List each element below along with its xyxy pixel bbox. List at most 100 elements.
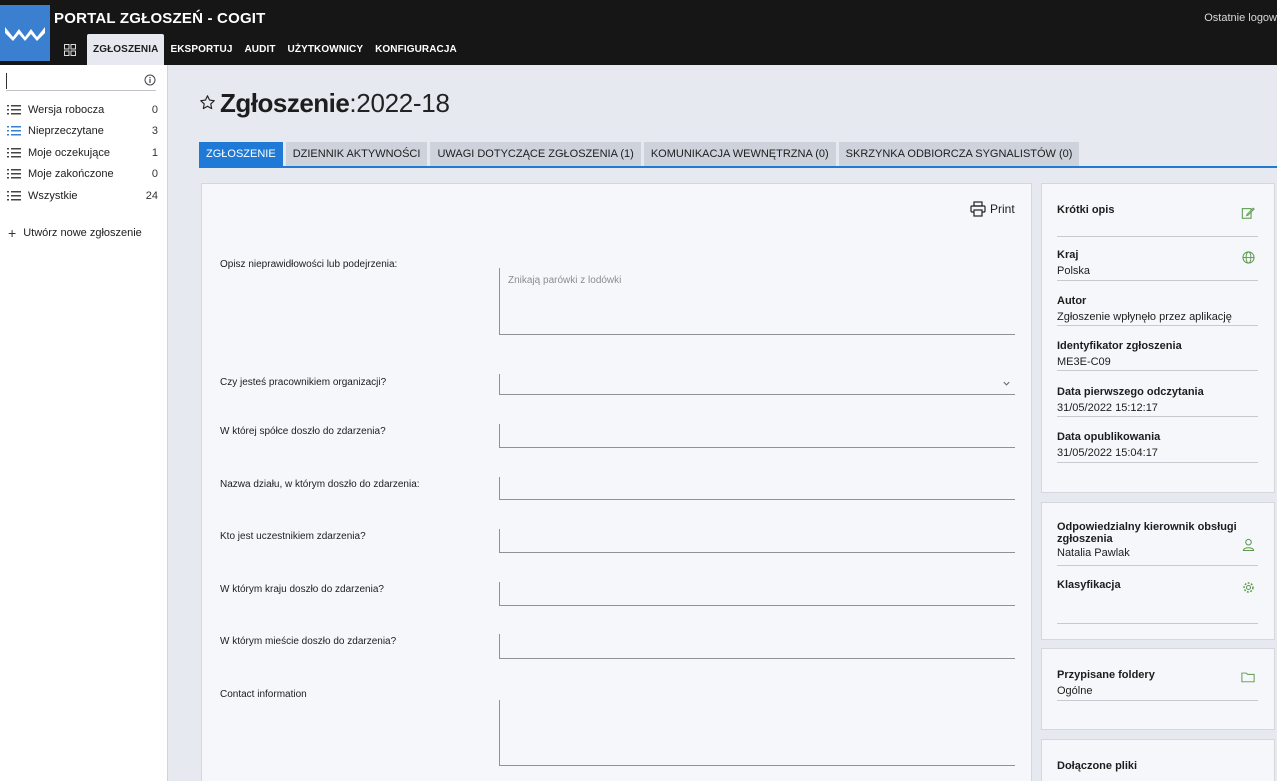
country-input[interactable] <box>499 582 1015 606</box>
question-label: Czy jesteś pracownikiem organizacji? <box>220 377 387 388</box>
sidebar-item-my-pending[interactable]: Moje oczekujące 1 <box>0 142 167 164</box>
nav-audit[interactable]: AUDIT <box>238 34 281 65</box>
sidebar-item-all[interactable]: Wszystkie 24 <box>0 185 167 207</box>
print-button[interactable]: Print <box>970 201 1015 217</box>
folders-label: Przypisane foldery <box>1057 669 1155 681</box>
first-read-value: 31/05/2022 15:12:17 <box>1057 402 1158 414</box>
published-value: 31/05/2022 15:04:17 <box>1057 447 1158 459</box>
print-label: Print <box>990 202 1015 216</box>
first-read-row: Data pierwszego odczytania 31/05/2022 15… <box>1057 386 1258 417</box>
tab-activity-log[interactable]: DZIENNIK AKTYWNOŚCI <box>285 142 428 166</box>
tab-whistleblower-inbox[interactable]: SKRZYNKA ODBIORCZA SYGNALISTÓW (0) <box>838 142 1080 166</box>
report-form-panel: Print Opisz nieprawidłowości lub podejrz… <box>201 183 1032 781</box>
report-id-row: Identyfikator zgłoszenia ME3E-C09 <box>1057 340 1258 371</box>
sidebar-item-count: 0 <box>151 103 158 116</box>
question-label: W której spółce doszło do zdarzenia? <box>220 426 386 437</box>
details-panel: Krótki opis Kraj Polska Autor Zgłoszenie… <box>1041 183 1275 493</box>
nav-konfiguracja[interactable]: KONFIGURACJA <box>369 34 463 65</box>
info-icon[interactable] <box>144 74 156 89</box>
top-bar: PORTAL ZGŁOSZEŃ - COGIT Ostatnie logow Z… <box>0 0 1277 65</box>
page-title: Zgłoszenie :2022-18 <box>199 88 450 119</box>
manager-label: Odpowiedzialny kierownik obsługi zgłosze… <box>1057 521 1237 545</box>
description-value: Znikają parówki z lodówki <box>508 275 622 286</box>
country-label: Kraj <box>1057 249 1079 261</box>
sidebar: Wersja robocza 0 Nieprzeczytane 3 Moje o… <box>0 65 168 781</box>
edit-icon[interactable] <box>1241 206 1255 223</box>
folder-icon[interactable] <box>1241 671 1255 686</box>
main-nav: ZGŁOSZENIA EKSPORTUJ AUDIT UŻYTKOWNICY K… <box>58 34 463 65</box>
author-label: Autor <box>1057 295 1087 307</box>
sidebar-search-input[interactable] <box>6 73 136 89</box>
sidebar-list: Wersja robocza 0 Nieprzeczytane 3 Moje o… <box>0 99 167 207</box>
list-icon <box>7 104 21 115</box>
sidebar-item-label: Moje zakończone <box>28 168 114 181</box>
tab-report[interactable]: ZGŁOSZENIE <box>199 142 283 166</box>
employee-select[interactable] <box>499 374 1015 395</box>
sidebar-item-label: Wszystkie <box>28 189 78 202</box>
tab-internal-communication[interactable]: KOMUNIKACJA WEWNĘTRZNA (0) <box>643 142 836 166</box>
sidebar-item-unread[interactable]: Nieprzeczytane 3 <box>0 121 167 143</box>
attachments-row: Dołączone pliki <box>1057 760 1258 781</box>
create-report-button[interactable]: + Utwórz nowe zgłoszenie <box>8 226 142 240</box>
sidebar-item-draft[interactable]: Wersja robocza 0 <box>0 99 167 121</box>
nav-zgloszenia[interactable]: ZGŁOSZENIA <box>87 34 165 65</box>
manager-value: Natalia Pawlak <box>1057 547 1130 559</box>
tab-underline <box>199 166 1277 168</box>
question-label: Opisz nieprawidłowości lub podejrzenia: <box>220 259 398 270</box>
sidebar-search <box>6 73 156 91</box>
first-read-label: Data pierwszego odczytania <box>1057 386 1204 398</box>
participant-input[interactable] <box>499 529 1015 553</box>
nav-eksportuj[interactable]: EKSPORTUJ <box>164 34 238 65</box>
logo-icon <box>5 27 45 41</box>
gear-icon[interactable] <box>1242 581 1255 597</box>
sidebar-item-label: Moje oczekujące <box>28 146 110 159</box>
question-label: Nazwa działu, w którym doszło do zdarzen… <box>220 479 420 490</box>
question-label: Contact information <box>220 689 307 700</box>
published-row: Data opublikowania 31/05/2022 15:04:17 <box>1057 431 1258 463</box>
sidebar-item-my-closed[interactable]: Moje zakończone 0 <box>0 164 167 186</box>
author-row: Autor Zgłoszenie wpłynęło przez aplikacj… <box>1057 295 1258 326</box>
description-textarea[interactable]: Znikają parówki z lodówki <box>499 268 1015 335</box>
user-icon[interactable] <box>1242 538 1255 554</box>
country-row: Kraj Polska <box>1057 249 1258 281</box>
attachments-panel: Dołączone pliki <box>1041 739 1275 781</box>
attachments-label: Dołączone pliki <box>1057 760 1138 772</box>
app-logo[interactable] <box>0 5 50 61</box>
create-report-label: Utwórz nowe zgłoszenie <box>23 227 142 239</box>
printer-icon <box>970 201 986 217</box>
handling-panel: Odpowiedzialny kierownik obsługi zgłosze… <box>1041 502 1275 640</box>
contact-info-textarea[interactable] <box>499 700 1015 766</box>
globe-icon <box>1242 251 1255 267</box>
department-input[interactable] <box>499 477 1015 500</box>
company-input[interactable] <box>499 424 1015 448</box>
plus-icon: + <box>8 225 17 241</box>
last-login-text: Ostatnie logow <box>1204 12 1277 24</box>
folders-value: Ogólne <box>1057 685 1093 697</box>
sidebar-item-label: Nieprzeczytane <box>28 125 104 138</box>
app-title: PORTAL ZGŁOSZEŃ - COGIT <box>54 10 266 27</box>
report-id-label: Identyfikator zgłoszenia <box>1057 340 1182 352</box>
question-label: Kto jest uczestnikiem zdarzenia? <box>220 531 366 542</box>
country-value: Polska <box>1057 265 1091 277</box>
sidebar-item-count: 1 <box>151 146 158 159</box>
folders-row: Przypisane foldery Ogólne <box>1057 669 1258 701</box>
tab-report-notes[interactable]: UWAGI DOTYCZĄCE ZGŁOSZENIA (1) <box>430 142 641 166</box>
star-icon[interactable] <box>199 94 216 114</box>
list-icon <box>7 126 21 136</box>
apps-grid-icon[interactable] <box>58 34 82 65</box>
question-label: W którym kraju doszło do zdarzenia? <box>220 584 384 595</box>
city-input[interactable] <box>499 634 1015 659</box>
sidebar-item-count: 3 <box>151 125 158 138</box>
chevron-down-icon <box>1002 379 1011 391</box>
sidebar-item-label: Wersja robocza <box>28 103 105 116</box>
classification-row: Klasyfikacja <box>1057 579 1258 624</box>
nav-uzytkownicy[interactable]: UŻYTKOWNICY <box>282 34 370 65</box>
page-title-id: :2022-18 <box>349 88 450 118</box>
classification-label: Klasyfikacja <box>1057 579 1121 591</box>
report-tabs: ZGŁOSZENIE DZIENNIK AKTYWNOŚCI UWAGI DOT… <box>199 142 1080 166</box>
short-description-label: Krótki opis <box>1057 204 1115 216</box>
published-label: Data opublikowania <box>1057 431 1161 443</box>
report-id-value: ME3E-C09 <box>1057 356 1111 368</box>
short-description-row: Krótki opis <box>1057 204 1258 237</box>
sidebar-item-count: 0 <box>151 168 158 181</box>
